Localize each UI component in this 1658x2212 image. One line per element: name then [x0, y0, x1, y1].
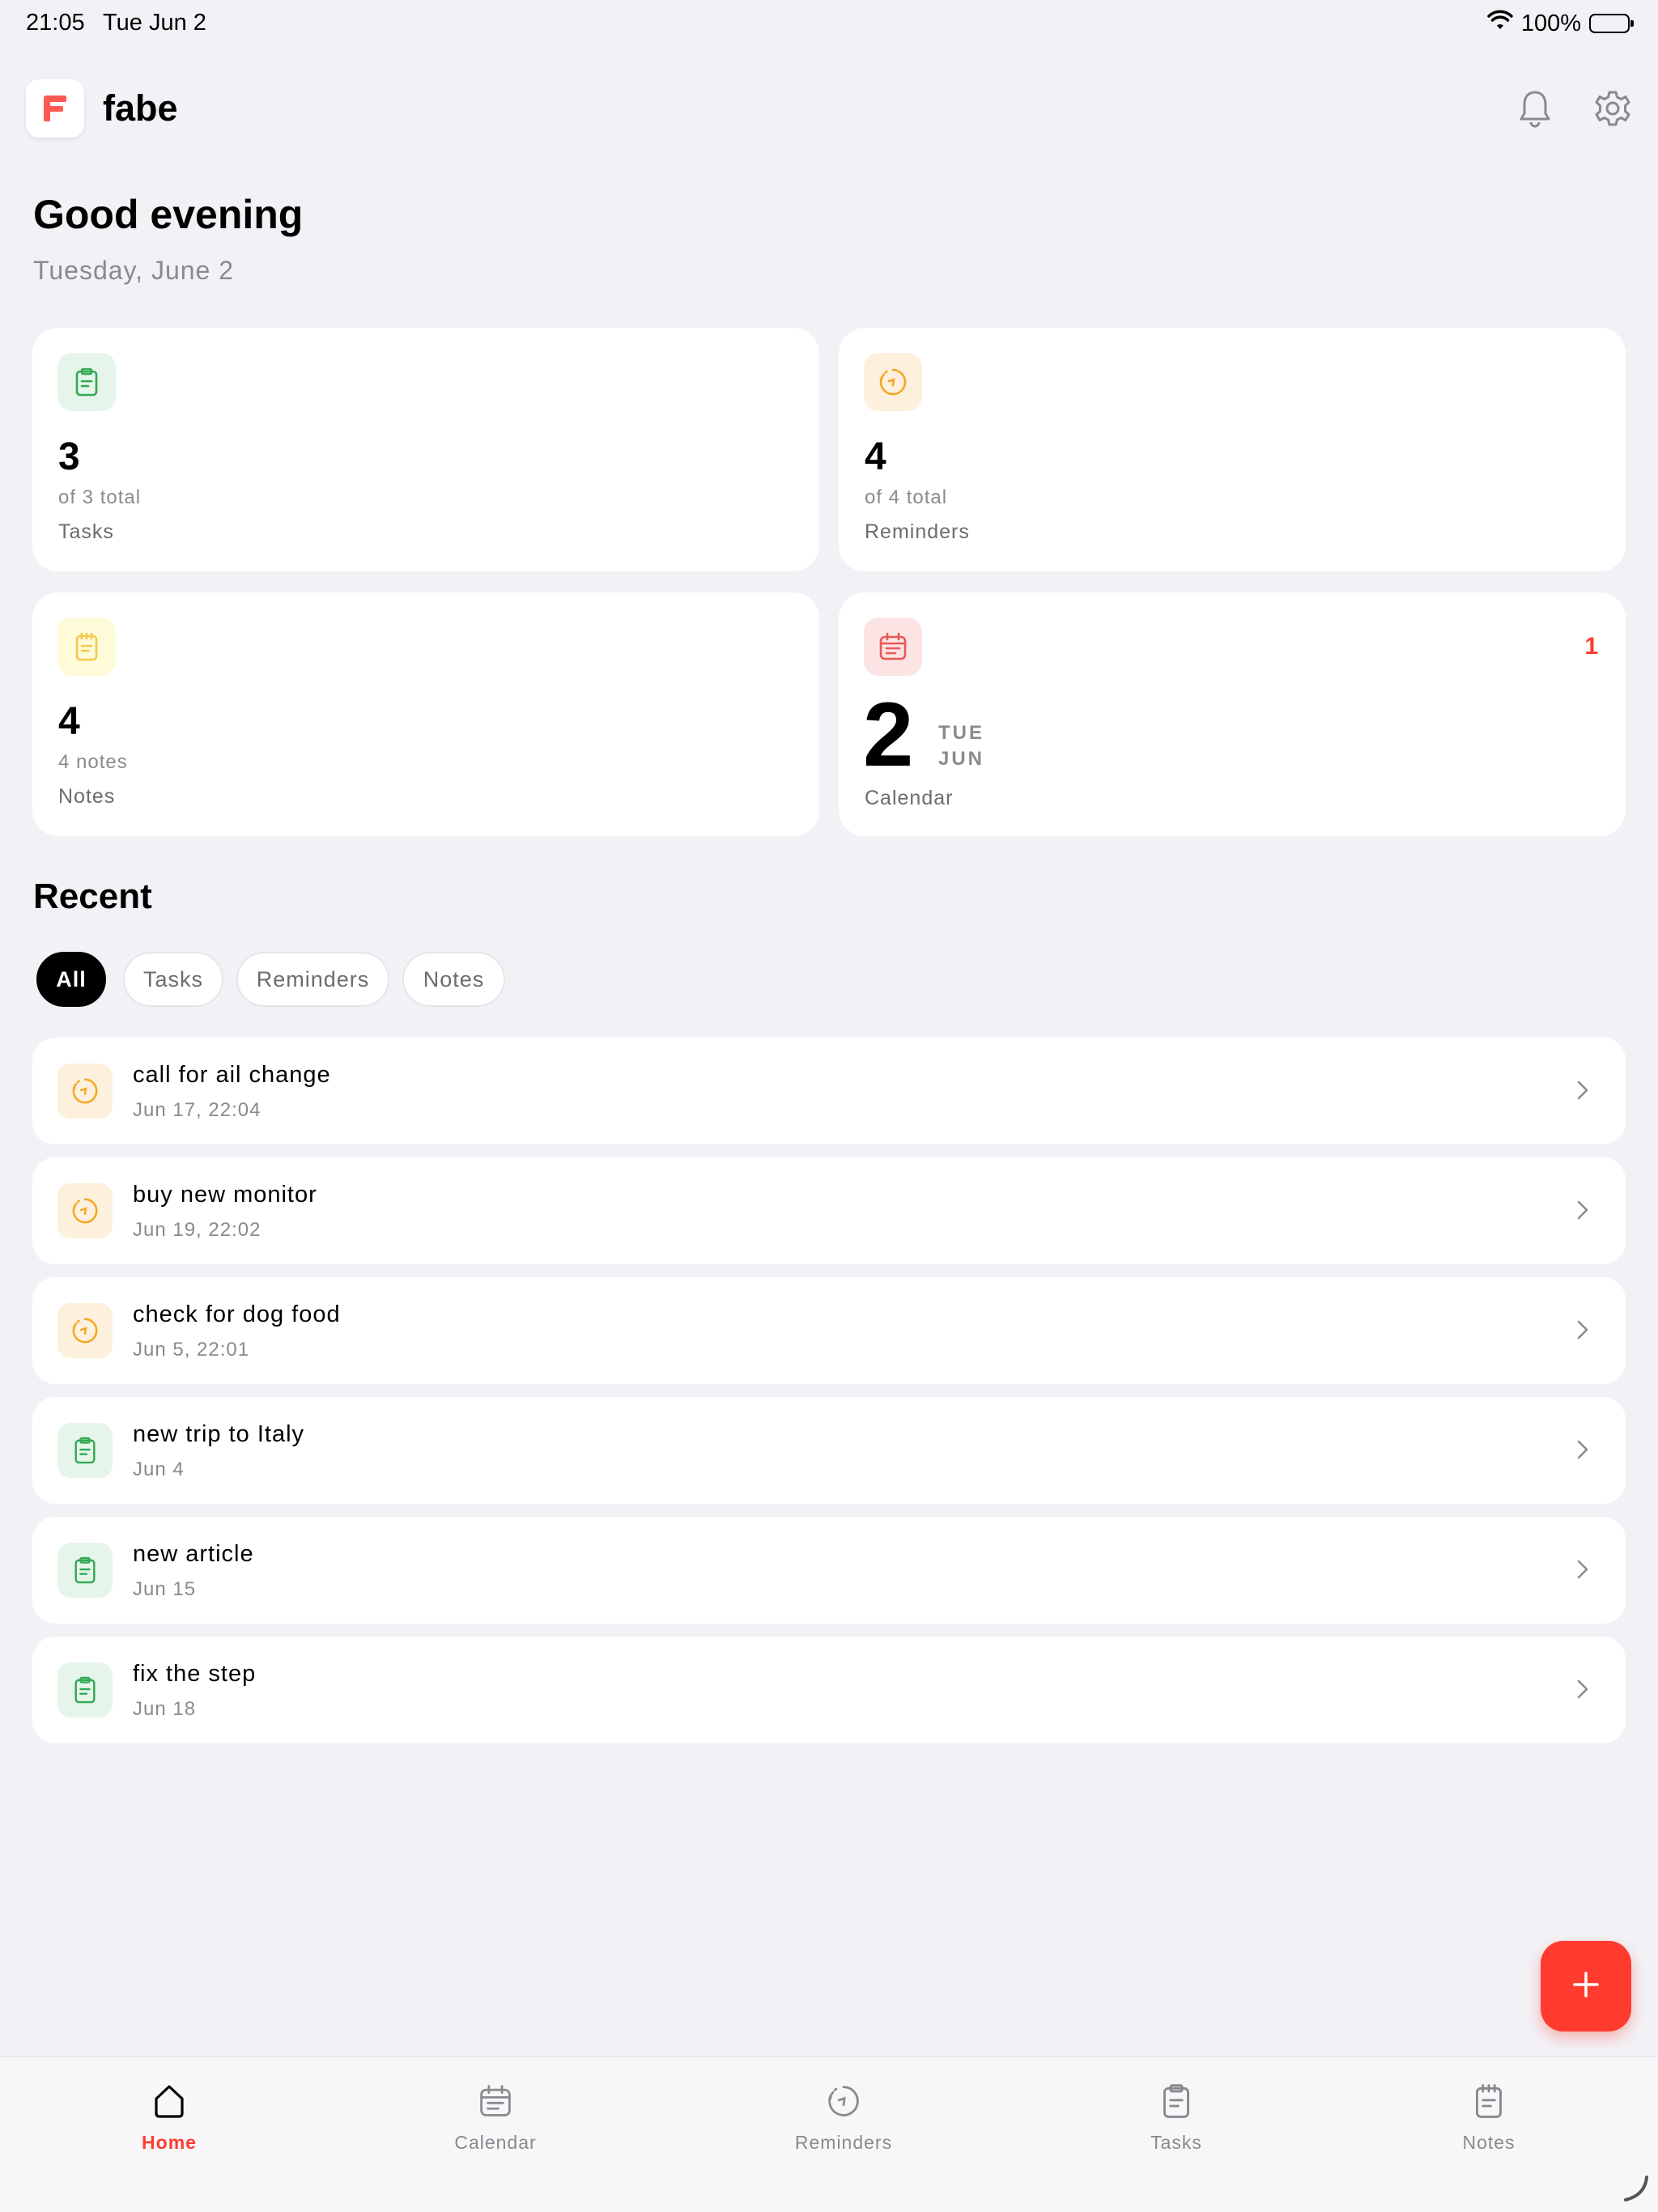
chevron-right-icon [1571, 1437, 1595, 1462]
tab-bar: Home Calendar Reminders Tasks Notes [0, 2056, 1658, 2212]
add-button[interactable] [1541, 1941, 1631, 2032]
item-date: Jun 5, 22:01 [133, 1339, 250, 1361]
tasks-count: 3 [58, 435, 80, 478]
note-icon [57, 618, 116, 676]
calendar-badge: 1 [1584, 633, 1598, 660]
status-indicators: 100% [1487, 10, 1634, 37]
app-logo [26, 79, 84, 138]
item-title: check for dog food [133, 1301, 341, 1327]
item-title: fix the step [133, 1661, 257, 1687]
notes-label: Notes [58, 785, 116, 808]
tab-label: Reminders [794, 2132, 893, 2153]
item-date: Jun 17, 22:04 [133, 1099, 261, 1121]
item-date: Jun 19, 22:02 [133, 1219, 261, 1241]
tab-label: Home [142, 2132, 197, 2153]
item-title: call for ail change [133, 1062, 331, 1088]
chevron-right-icon [1571, 1198, 1595, 1222]
chevron-right-icon [1571, 1557, 1595, 1582]
battery-percent: 100% [1520, 10, 1581, 36]
notes-subtitle: 4 notes [58, 751, 128, 773]
reminders-card[interactable]: 4 of 4 total Reminders [839, 328, 1626, 571]
clipboard-icon [57, 1543, 113, 1598]
calendar-weekday: TUE [938, 722, 984, 744]
bell-icon[interactable] [1511, 84, 1559, 133]
calendar-month: JUN [938, 748, 985, 770]
list-item[interactable]: new trip to Italy Jun 4 [32, 1397, 1626, 1504]
tab-reminders[interactable]: Reminders [746, 2083, 941, 2154]
clock-icon [57, 1064, 113, 1119]
clipboard-icon [57, 1662, 113, 1717]
filter-reminders[interactable]: Reminders [236, 952, 389, 1007]
notes-card[interactable]: 4 4 notes Notes [32, 592, 819, 836]
filter-tasks[interactable]: Tasks [123, 952, 223, 1007]
status-time: 21:05 [26, 10, 85, 36]
tab-tasks[interactable]: Tasks [1079, 2083, 1273, 2154]
list-item[interactable]: new article Jun 15 [32, 1517, 1626, 1624]
calendar-day: 2 [863, 684, 914, 785]
reminders-count: 4 [865, 435, 886, 478]
item-date: Jun 4 [133, 1458, 185, 1480]
home-icon [151, 2083, 187, 2124]
plus-icon [1572, 1971, 1600, 2002]
recent-title: Recent [33, 877, 152, 916]
tab-label: Tasks [1150, 2132, 1202, 2153]
reminders-subtitle: of 4 total [865, 486, 948, 508]
chevron-right-icon [1571, 1318, 1595, 1342]
list-item[interactable]: call for ail change Jun 17, 22:04 [32, 1038, 1626, 1144]
calendar-label: Calendar [865, 787, 954, 809]
filter-all[interactable]: All [36, 952, 106, 1007]
clock-icon [826, 2083, 861, 2124]
tab-home[interactable]: Home [72, 2083, 266, 2154]
greeting-date: Tuesday, June 2 [33, 256, 235, 285]
wifi-icon [1487, 10, 1513, 37]
item-title: new trip to Italy [133, 1421, 305, 1447]
calendar-icon [864, 618, 922, 676]
reminders-label: Reminders [865, 520, 970, 543]
tasks-subtitle: of 3 total [58, 486, 142, 508]
tab-label: Notes [1462, 2132, 1516, 2153]
clipboard-icon [57, 353, 116, 411]
item-title: new article [133, 1541, 254, 1567]
clipboard-icon [57, 1423, 113, 1478]
chevron-right-icon [1571, 1078, 1595, 1102]
notes-count: 4 [58, 700, 80, 743]
filter-notes[interactable]: Notes [402, 952, 505, 1007]
status-date: Tue Jun 2 [103, 10, 206, 36]
greeting-title: Good evening [33, 192, 304, 237]
clock-icon [57, 1183, 113, 1238]
tab-notes[interactable]: Notes [1392, 2083, 1586, 2154]
list-item[interactable]: check for dog food Jun 5, 22:01 [32, 1277, 1626, 1384]
note-icon [1472, 2083, 1506, 2124]
app-name: fabe [103, 87, 178, 129]
tasks-label: Tasks [58, 520, 114, 543]
tab-label: Calendar [454, 2132, 537, 2153]
item-date: Jun 15 [133, 1578, 197, 1600]
clock-icon [57, 1303, 113, 1358]
list-item[interactable]: buy new monitor Jun 19, 22:02 [32, 1157, 1626, 1264]
item-title: buy new monitor [133, 1182, 317, 1208]
gear-icon[interactable] [1588, 84, 1637, 133]
clock-icon [864, 353, 922, 411]
tab-calendar[interactable]: Calendar [398, 2083, 593, 2154]
item-date: Jun 18 [133, 1698, 197, 1720]
tasks-card[interactable]: 3 of 3 total Tasks [32, 328, 819, 571]
list-item[interactable]: fix the step Jun 18 [32, 1637, 1626, 1743]
chevron-right-icon [1571, 1677, 1595, 1701]
calendar-icon [478, 2083, 513, 2124]
battery-icon [1589, 14, 1634, 33]
corner-indicator [1621, 2174, 1650, 2203]
clipboard-icon [1159, 2083, 1193, 2124]
calendar-card[interactable]: 1 2 TUE JUN Calendar [839, 592, 1626, 836]
